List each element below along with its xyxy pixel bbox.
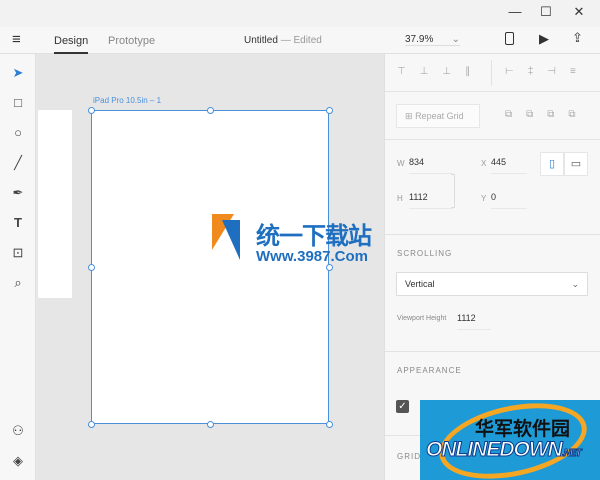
scrolling-select[interactable]: Vertical ⌄ [396, 272, 588, 296]
repeat-grid-row: ⊞ Repeat Grid ⧉⧉⧉⧉ [385, 92, 600, 140]
divider [491, 60, 492, 86]
watermark-logo-bottom: 华军软件园 ONLINEDOWN.NET [420, 400, 600, 480]
viewport-height-input[interactable]: 1112 [457, 313, 491, 330]
w-label: W [397, 159, 405, 168]
align-row: ⊤⊥⊥∥ ⊢‡⊣≡ [385, 54, 600, 92]
x-label: X [481, 159, 487, 168]
chevron-down-icon: ⌄ [571, 279, 579, 289]
watermark-brand: ONLINEDOWN.NET [426, 438, 583, 462]
close-button[interactable]: ✕ [564, 4, 594, 22]
watermark-url: Www.3987.Com [256, 248, 368, 265]
resize-handle[interactable] [326, 107, 333, 114]
line-icon[interactable]: ╱ [9, 154, 27, 172]
repeat-grid-button[interactable]: ⊞ Repeat Grid [396, 104, 480, 128]
resize-handle[interactable] [88, 107, 95, 114]
scrolling-section: SCROLLING Vertical ⌄ Viewport Height 1112 [385, 235, 600, 352]
share-icon[interactable]: ⇪ [572, 30, 583, 46]
repeat-grid-label: Repeat Grid [415, 111, 464, 121]
portrait-icon[interactable]: ▯ [540, 152, 564, 176]
landscape-icon[interactable]: ▭ [564, 152, 588, 176]
select-icon[interactable]: ➤ [9, 64, 27, 82]
maximize-button[interactable]: ☐ [531, 4, 561, 22]
width-input[interactable]: 834 [409, 157, 453, 174]
scrolling-title: SCROLLING [397, 249, 453, 258]
resize-handle[interactable] [207, 421, 214, 428]
play-icon[interactable]: ▶ [539, 31, 549, 47]
artboard-partial[interactable] [38, 110, 72, 298]
clip-content-checkbox[interactable]: ✓ [396, 400, 409, 413]
doc-status: Edited [293, 35, 322, 46]
artboard-label[interactable]: iPad Pro 10.5in – 1 [93, 96, 161, 105]
scrolling-value: Vertical [405, 279, 435, 289]
rectangle-icon[interactable]: □ [9, 94, 27, 112]
doc-name: Untitled [244, 35, 278, 46]
zoom-value: 37.9% [405, 34, 434, 45]
canvas[interactable]: iPad Pro 10.5in – 1 统一下载站 Www.3987.Com [37, 54, 384, 480]
tab-prototype[interactable]: Prototype [108, 35, 155, 47]
device-preview-icon[interactable] [505, 32, 514, 45]
document-title: Untitled — Edited [244, 35, 322, 46]
align-horizontal-icons[interactable]: ⊢‡⊣≡ [505, 66, 590, 77]
pen-icon[interactable]: ✒ [9, 184, 27, 202]
align-vertical-icons[interactable]: ⊤⊥⊥∥ [397, 66, 484, 77]
minimize-button[interactable]: — [500, 4, 530, 22]
x-input[interactable]: 445 [491, 157, 527, 174]
assets-icon[interactable]: ⚇ [9, 422, 27, 440]
lock-aspect-icon[interactable] [451, 174, 455, 208]
resize-handle[interactable] [88, 421, 95, 428]
logo-mark [222, 220, 240, 260]
layers-icon[interactable]: ◈ [9, 452, 27, 470]
chevron-down-icon: ⌄ [451, 34, 460, 45]
zoom-select[interactable]: 37.9% ⌄ [405, 34, 460, 46]
watermark-logo-top: 统一下载站 Www.3987.Com [212, 212, 392, 272]
grid-title: GRID [397, 452, 421, 461]
ellipse-icon[interactable]: ○ [9, 124, 27, 142]
text-icon[interactable]: T [9, 214, 27, 232]
hamburger-icon[interactable]: ≡ [12, 31, 21, 48]
boolean-ops-icons[interactable]: ⧉⧉⧉⧉ [505, 109, 590, 120]
doc-sep: — [280, 35, 291, 46]
grid-icon: ⊞ [405, 111, 413, 121]
resize-handle[interactable] [207, 107, 214, 114]
y-label: Y [481, 194, 487, 203]
watermark-text: 华军软件园 [475, 418, 571, 440]
viewport-height-label: Viewport Height [397, 315, 447, 322]
y-input[interactable]: 0 [491, 192, 527, 209]
watermark-text: 统一下载站 [256, 222, 372, 250]
resize-handle[interactable] [88, 264, 95, 271]
title-bar: — ☐ ✕ [0, 0, 600, 27]
artboard-icon[interactable]: ⊡ [9, 244, 27, 262]
h-label: H [397, 194, 403, 203]
toolbar: ≡ Design Prototype Untitled — Edited 37.… [0, 27, 600, 54]
tab-design[interactable]: Design [54, 35, 89, 54]
appearance-title: APPEARANCE [397, 366, 462, 375]
resize-handle[interactable] [326, 421, 333, 428]
tools-sidebar: ➤ □ ○ ╱ ✒ T ⊡ ⌕ ⚇ ◈ [0, 54, 36, 480]
zoom-icon[interactable]: ⌕ [9, 274, 27, 292]
transform-section: W 834 X 445 H 1112 Y 0 ▯ ▭ [385, 140, 600, 235]
height-input[interactable]: 1112 [409, 192, 453, 209]
